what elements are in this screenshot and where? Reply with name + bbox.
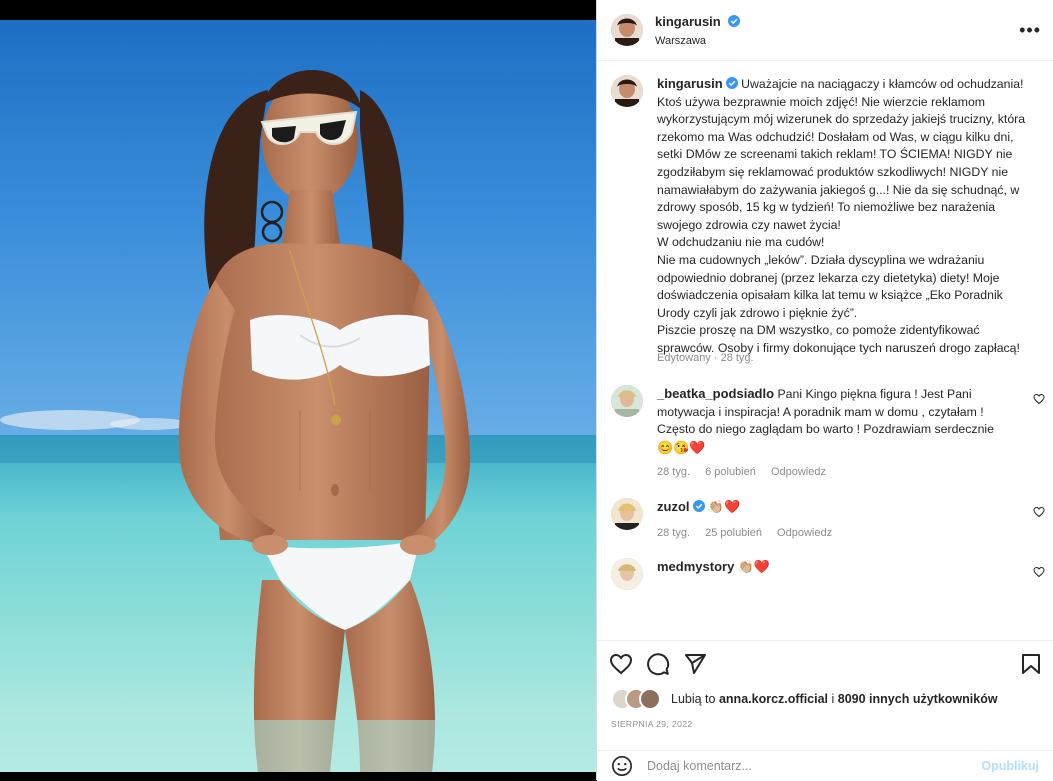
comment-like-heart-icon[interactable] xyxy=(1033,566,1045,578)
comment-likes[interactable]: 25 polubień xyxy=(705,527,762,539)
post-header: kingarusin Warszawa ••• xyxy=(597,0,1053,61)
post-actions-section: Lubią to anna.korcz.official i 8090 inny… xyxy=(597,640,1053,781)
likes-user-link[interactable]: anna.korcz.official xyxy=(719,692,828,706)
comment-time[interactable]: 28 tyg. xyxy=(657,527,690,539)
save-bookmark-icon[interactable] xyxy=(1019,652,1043,676)
author-username[interactable]: kingarusin xyxy=(655,14,721,29)
post-caption: kingarusin Uważajcie na naciągaczy i kła… xyxy=(597,61,1053,367)
share-icon[interactable] xyxy=(683,652,707,676)
likes-summary: Lubią to anna.korcz.official i 8090 inny… xyxy=(597,687,1053,711)
more-options-icon[interactable]: ••• xyxy=(1019,20,1041,41)
comment-like-heart-icon[interactable] xyxy=(1033,506,1045,518)
commenter-avatar-image xyxy=(611,385,643,418)
liker-avatars[interactable] xyxy=(611,688,661,710)
caption-paragraph-2: W odchudzaniu nie ma cudów! Nie ma cudow… xyxy=(657,235,1003,320)
comment-reply-button[interactable]: Odpowiedz xyxy=(771,466,826,478)
comment-username[interactable]: medmystory xyxy=(657,559,734,574)
post-photo xyxy=(0,20,596,772)
add-comment-bar: Opublikuj xyxy=(597,750,1053,781)
likes-prefix: Lubią to xyxy=(671,692,716,706)
publish-button[interactable]: Opublikuj xyxy=(981,759,1039,773)
likes-middle: i xyxy=(831,692,835,706)
like-heart-icon[interactable] xyxy=(609,652,633,676)
comment-username[interactable]: zuzol xyxy=(657,499,690,514)
comment-meta: 28 tyg. 25 polubień Odpowiedz xyxy=(657,525,1011,543)
commenter-avatar[interactable] xyxy=(611,558,643,591)
author-avatar-image xyxy=(611,14,643,46)
commenter-avatar-image xyxy=(611,558,643,591)
action-bar xyxy=(597,641,1053,687)
caption-paragraph-1: kingarusin Uważajcie na naciągaczy i kła… xyxy=(657,75,1037,234)
comment-emoji: 😊😘❤️ xyxy=(657,439,706,455)
commenter-avatar-image xyxy=(611,498,643,531)
comment-username[interactable]: _beatka_podsiadlo xyxy=(657,386,774,401)
author-avatar[interactable] xyxy=(611,14,643,46)
commenter-avatar[interactable] xyxy=(611,385,643,418)
add-comment-input[interactable] xyxy=(645,758,982,774)
comment-reply-button[interactable]: Odpowiedz xyxy=(777,527,832,539)
caption-avatar-image xyxy=(611,75,643,107)
post-media[interactable] xyxy=(0,0,596,780)
comment-icon[interactable] xyxy=(646,652,670,676)
post-side-panel: kingarusin Warszawa ••• kingarusin Uważa… xyxy=(596,0,1053,781)
caption-avatar[interactable] xyxy=(611,75,643,107)
likes-others-link[interactable]: 8090 innych użytkowników xyxy=(838,692,998,706)
caption-text-1: Uważajcie na naciągaczy i kłamców od och… xyxy=(657,77,1026,232)
commenter-avatar[interactable] xyxy=(611,498,643,531)
comment-like-heart-icon[interactable] xyxy=(1033,393,1045,405)
verified-icon xyxy=(728,15,741,27)
verified-icon xyxy=(725,77,738,89)
verified-icon xyxy=(692,500,705,513)
comment-item: medmystory 👏🏼❤️ xyxy=(597,558,1053,591)
post-date[interactable]: SIERPNIA 29, 2022 xyxy=(597,711,1053,729)
comment-item: _beatka_podsiadlo Pani Kingo piękna figu… xyxy=(597,385,1053,482)
comment-likes[interactable]: 6 polubień xyxy=(705,466,756,478)
liker-avatar xyxy=(639,688,661,710)
emoji-icon[interactable] xyxy=(611,755,633,777)
comment-meta: 28 tyg. 6 polubień Odpowiedz xyxy=(657,464,1011,482)
comment-time[interactable]: 28 tyg. xyxy=(657,466,690,478)
comments-scroll-area[interactable]: kingarusin Uważajcie na naciągaczy i kła… xyxy=(597,61,1053,640)
caption-username[interactable]: kingarusin xyxy=(657,76,723,91)
comment-emoji: 👏🏼❤️ xyxy=(737,559,771,575)
instagram-post-modal: kingarusin Warszawa ••• kingarusin Uważa… xyxy=(0,0,1053,781)
post-location[interactable]: Warszawa xyxy=(655,35,1019,47)
comment-item: zuzol 👏🏼❤️ 28 tyg. 25 polubień Odpowiedz xyxy=(597,498,1053,542)
comment-emoji: 👏🏼❤️ xyxy=(707,499,741,515)
